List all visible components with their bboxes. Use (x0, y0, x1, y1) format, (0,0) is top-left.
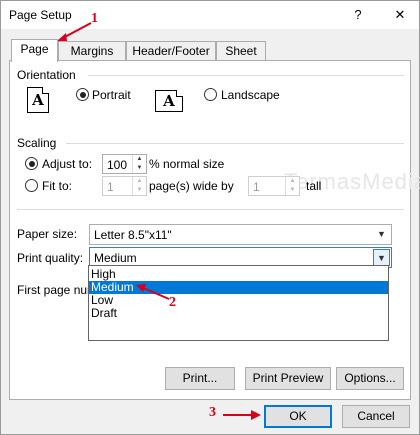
spin-up-icon[interactable]: ▲ (133, 177, 146, 186)
spin-down-icon[interactable]: ▼ (133, 164, 146, 173)
adjust-to-value: 100 (107, 158, 128, 172)
fit-to-radio[interactable] (25, 179, 38, 192)
cancel-button[interactable]: Cancel (342, 405, 410, 428)
scaling-label: Scaling (17, 136, 57, 150)
adjust-to-radio[interactable] (25, 157, 38, 170)
options-button[interactable]: Options... (336, 367, 404, 390)
portrait-page-icon: A (27, 87, 49, 113)
spin-up-icon[interactable]: ▲ (133, 155, 146, 164)
chevron-down-icon[interactable]: ▼ (373, 226, 390, 243)
spinner-arrows[interactable]: ▲ ▼ (285, 177, 299, 195)
fit-tall-value: 1 (253, 180, 260, 194)
orientation-divider (88, 75, 404, 76)
fit-tall-spinner[interactable]: 1 ▲ ▼ (248, 176, 300, 196)
portrait-radio[interactable] (76, 88, 89, 101)
dialog-title: Page Setup (9, 8, 72, 22)
page-setup-dialog: Page Setup ? ✕ Page Margins Header/Foote… (0, 0, 420, 435)
adjust-to-label[interactable]: Adjust to: (42, 157, 92, 171)
close-icon[interactable]: ✕ (389, 5, 411, 25)
chevron-down-icon[interactable]: ▼ (373, 249, 390, 266)
help-icon[interactable]: ? (347, 5, 369, 25)
landscape-label[interactable]: Landscape (221, 88, 280, 102)
tab-header-footer[interactable]: Header/Footer (126, 41, 216, 60)
print-quality-label: Print quality: (17, 251, 84, 265)
page-tab-panel: TermasMedia Orientation A Portrait A Lan… (9, 60, 420, 400)
option-high[interactable]: High (89, 268, 388, 281)
adjust-to-suffix: % normal size (149, 157, 225, 171)
fit-to-label[interactable]: Fit to: (42, 179, 72, 193)
annotation-arrow-1 (57, 22, 92, 41)
landscape-radio[interactable] (204, 88, 217, 101)
ok-button[interactable]: OK (264, 405, 332, 428)
watermark-text: TermasMedia (284, 169, 420, 194)
landscape-page-icon: A (155, 90, 183, 112)
portrait-label[interactable]: Portrait (92, 88, 131, 102)
scaling-divider (66, 143, 404, 144)
tab-page[interactable]: Page (11, 39, 58, 62)
spinner-arrows[interactable]: ▲ ▼ (132, 155, 146, 173)
fit-wide-value: 1 (107, 180, 114, 194)
annotation-step-3: 3 (209, 405, 216, 420)
annotation-arrow-2 (136, 284, 170, 300)
print-preview-button[interactable]: Print Preview (245, 367, 331, 390)
fit-wide-spinner[interactable]: 1 ▲ ▼ (102, 176, 147, 196)
spin-up-icon[interactable]: ▲ (286, 177, 299, 186)
option-draft[interactable]: Draft (89, 307, 388, 320)
spinner-arrows[interactable]: ▲ ▼ (132, 177, 146, 195)
print-button[interactable]: Print... (165, 367, 235, 390)
tab-sheet[interactable]: Sheet (216, 41, 266, 60)
first-page-number-label: First page num (17, 283, 98, 297)
print-quality-value: Medium (94, 251, 137, 265)
adjust-to-spinner[interactable]: 100 ▲ ▼ (102, 154, 147, 174)
fit-tall-suffix: tall (306, 179, 322, 193)
paper-size-value: Letter 8.5"x11" (94, 228, 172, 242)
paper-size-label: Paper size: (17, 227, 78, 241)
annotation-arrow-3 (223, 410, 261, 420)
paper-divider (17, 209, 404, 210)
spin-down-icon[interactable]: ▼ (286, 186, 299, 195)
spin-down-icon[interactable]: ▼ (133, 186, 146, 195)
orientation-label: Orientation (17, 68, 76, 82)
fit-wide-suffix: page(s) wide by (149, 179, 234, 193)
paper-size-select[interactable]: Letter 8.5"x11" ▼ (89, 224, 392, 245)
